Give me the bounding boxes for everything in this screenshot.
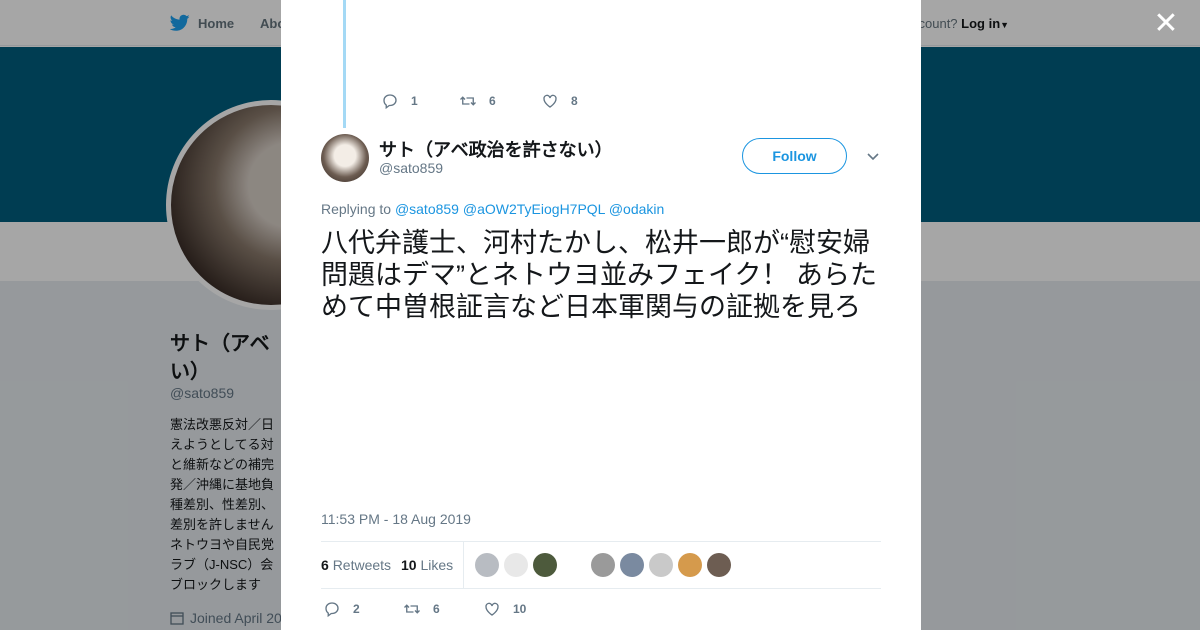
retweet-count: 6 (433, 602, 440, 616)
tweet-actions: 2 6 10 (323, 600, 526, 618)
retweeter-avatar[interactable] (533, 553, 557, 577)
chevron-down-icon[interactable] (865, 148, 881, 164)
tweet-stats: 6 Retweets 10 Likes (321, 541, 881, 589)
retweets-stat-count: 6 (321, 557, 329, 573)
like-action[interactable]: 8 (541, 92, 578, 110)
reply-icon (383, 94, 397, 110)
retweets-stat-label: Retweets (332, 557, 392, 573)
like-count: 8 (571, 94, 578, 108)
like-action[interactable]: 10 (483, 600, 526, 618)
reply-action[interactable]: 2 (323, 600, 403, 618)
retweet-action[interactable]: 6 (459, 92, 541, 110)
like-count: 10 (513, 602, 527, 616)
reply-count: 1 (411, 94, 418, 108)
follow-button[interactable]: Follow (742, 138, 847, 174)
liker-avatar[interactable] (620, 553, 644, 577)
heart-icon (543, 94, 557, 108)
liker-avatar[interactable] (707, 553, 731, 577)
prev-tweet-actions: 1 6 8 (381, 92, 578, 110)
retweets-stat[interactable]: 6 Retweets (321, 557, 391, 573)
reply-mention-3[interactable]: @odakin (609, 201, 664, 217)
thread-line (343, 0, 346, 128)
tweet-author-name[interactable]: サト（アベ政治を許さない） (379, 136, 613, 162)
liker-avatar[interactable] (678, 553, 702, 577)
likes-stat[interactable]: 10 Likes (401, 557, 453, 573)
retweeter-avatar[interactable] (475, 553, 499, 577)
tweet-modal: 1 6 8 サト（アベ政治を許さない） @sato859 Follow Repl… (281, 0, 921, 630)
reply-mention-2[interactable]: @aOW2TyEiogH7PQL (463, 201, 605, 217)
likes-stat-label: Likes (420, 557, 454, 573)
replying-to: Replying to @sato859 @aOW2TyEiogH7PQL @o… (321, 201, 664, 217)
replying-prefix: Replying to (321, 201, 392, 217)
retweet-count: 6 (489, 94, 496, 108)
retweet-icon (460, 96, 476, 106)
retweet-icon (404, 604, 420, 614)
tweet-author-handle[interactable]: @sato859 (379, 160, 443, 176)
reply-action[interactable]: 1 (381, 92, 459, 110)
retweeter-avatar[interactable] (504, 553, 528, 577)
stats-divider (463, 542, 464, 588)
heart-icon (485, 602, 499, 616)
tweet-timestamp[interactable]: 11:53 PM - 18 Aug 2019 (321, 511, 471, 527)
reply-count: 2 (353, 602, 360, 616)
liker-avatar[interactable] (591, 553, 615, 577)
liker-avatar[interactable] (649, 553, 673, 577)
close-icon[interactable]: ✕ (1152, 9, 1180, 39)
tweet-author-avatar[interactable] (321, 134, 369, 182)
tweet-text: 八代弁護士、河村たかし、松井一郎が“慰安婦問題はデマ”とネトウヨ並みフェイク！ … (321, 228, 877, 322)
likes-stat-count: 10 (401, 557, 417, 573)
retweet-action[interactable]: 6 (403, 600, 483, 618)
reply-mention-1[interactable]: @sato859 (395, 201, 459, 217)
reply-icon (325, 602, 339, 618)
